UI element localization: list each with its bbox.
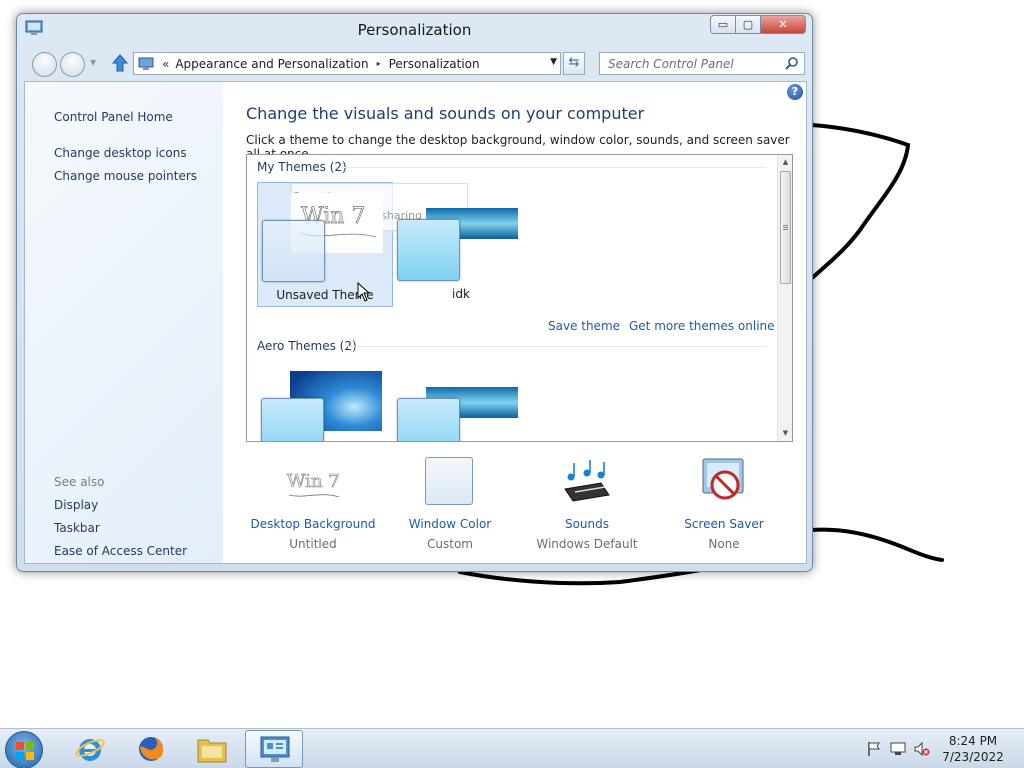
navigation-bar: ▼ « Appearance and Personalization ▸ Per… [17, 48, 812, 78]
breadcrumb-personalization[interactable]: Personalization [389, 57, 480, 71]
screen-saver-label[interactable]: Screen Saver [654, 517, 794, 531]
sidebar-item-ease-of-access-center[interactable]: Ease of Access Center [54, 544, 187, 558]
file-explorer-icon [197, 739, 227, 763]
control-panel-icon [138, 57, 154, 70]
music-notes-icon [564, 460, 610, 502]
address-overflow[interactable]: « [162, 57, 169, 71]
clock-time: 8:24 PM [948, 734, 998, 748]
mouse-cursor-icon [357, 282, 371, 302]
theme-window-color-swatch [397, 219, 460, 281]
breadcrumb-separator-icon[interactable]: ▸ [377, 59, 381, 68]
taskbar-firefox[interactable] [122, 730, 180, 768]
win7-sketch-icon: Win 7 [287, 471, 340, 498]
sounds-value: Windows Default [536, 537, 638, 551]
firefox-icon [139, 737, 163, 761]
windows-logo-icon [16, 742, 34, 760]
breadcrumb-appearance-and-personalization[interactable]: Appearance and Personalization [175, 57, 368, 71]
minimize-icon: ▭ [717, 18, 729, 31]
help-icon[interactable]: ? [787, 84, 803, 100]
window-color-label[interactable]: Window Color [380, 517, 520, 531]
sidebar-item-change-mouse-pointers[interactable]: Change mouse pointers [54, 169, 197, 183]
taskbar: 8:24 PM 7/23/2022 [0, 728, 1024, 768]
theme-window-color-swatch [262, 220, 325, 282]
action-center-flag-icon[interactable] [866, 741, 882, 757]
scroll-down-icon[interactable]: ▼ [778, 426, 792, 441]
sidebar-item-control-panel-home[interactable]: Control Panel Home [54, 110, 173, 124]
theme-unsaved[interactable]: Save theme Save theme for sharing Win 7 … [257, 182, 468, 307]
aero-themes-heading[interactable]: Aero Themes (2) [257, 339, 357, 353]
theme-aero-second[interactable] [393, 361, 529, 441]
volume-muted-icon[interactable] [914, 741, 930, 757]
page-title: Change the visuals and sounds on your co… [246, 104, 645, 123]
sidebar: Control Panel Home Change desktop icons … [25, 82, 223, 563]
minimize-button[interactable]: ▭ [710, 15, 736, 34]
clock-date: 7/23/2022 [942, 750, 1004, 764]
recent-pages-icon[interactable]: ▼ [90, 58, 96, 67]
address-bar[interactable]: « Appearance and Personalization ▸ Perso… [133, 52, 561, 75]
desktop-background-label[interactable]: Desktop Background [243, 517, 383, 531]
theme-list-scrollbar[interactable]: ▲ ▼ [777, 155, 792, 441]
internet-explorer-icon [75, 739, 105, 761]
scrollbar-thumb[interactable] [780, 171, 791, 284]
theme-window-color-swatch [397, 398, 460, 441]
search-input[interactable]: Search Control Panel [599, 52, 805, 75]
maximize-button[interactable]: ▢ [736, 15, 761, 34]
close-icon: ✕ [778, 18, 788, 31]
system-clock[interactable]: 8:24 PM 7/23/2022 [934, 733, 1012, 765]
see-also-heading: See also [54, 475, 105, 489]
window-color-icon [425, 457, 473, 505]
back-button[interactable] [32, 52, 57, 77]
desktop-background-value: Untitled [289, 537, 337, 551]
taskbar-internet-explorer[interactable] [61, 730, 119, 768]
taskbar-control-panel[interactable] [245, 730, 303, 768]
main-panel: ? Change the visuals and sounds on your … [223, 82, 806, 563]
search-icon[interactable] [785, 57, 798, 70]
screen-saver-none-icon [702, 458, 744, 500]
refresh-button[interactable]: ⇆ [563, 52, 585, 75]
sounds-label[interactable]: Sounds [517, 517, 657, 531]
theme-list: My Themes (2) Save theme Save theme for … [246, 154, 793, 442]
save-theme-link[interactable]: Save theme [548, 319, 620, 333]
screen-saver-value: None [708, 537, 740, 551]
theme-window-color-swatch [261, 398, 324, 441]
theme-label: Unsaved Theme [276, 288, 374, 302]
control-panel-icon [260, 736, 290, 762]
refresh-icon: ⇆ [568, 55, 580, 70]
theme-aero-windows[interactable] [257, 361, 393, 441]
maximize-icon: ▢ [742, 18, 754, 31]
start-button[interactable] [5, 731, 43, 768]
search-placeholder: Search Control Panel [608, 57, 734, 71]
personalization-window: Personalization ▭ ▢ ✕ ▼ « Appearance and… [16, 13, 813, 572]
theme-idk[interactable]: idk [393, 182, 529, 307]
up-arrow-icon[interactable] [111, 53, 129, 73]
address-dropdown-icon[interactable]: ▼ [550, 57, 557, 67]
window-title: Personalization [357, 21, 472, 39]
sidebar-item-display[interactable]: Display [54, 498, 98, 512]
sidebar-item-taskbar[interactable]: Taskbar [54, 521, 100, 535]
forward-button[interactable] [60, 52, 85, 77]
svg-text:Win 7: Win 7 [287, 471, 340, 492]
theme-label: idk [452, 287, 470, 301]
taskbar-file-explorer[interactable] [183, 730, 241, 768]
title-bar[interactable]: Personalization ▭ ▢ ✕ [17, 14, 812, 46]
network-icon[interactable] [890, 741, 906, 757]
my-themes-heading[interactable]: My Themes (2) [257, 160, 347, 174]
get-more-themes-online-link[interactable]: Get more themes online [629, 319, 775, 333]
sidebar-item-change-desktop-icons[interactable]: Change desktop icons [54, 146, 187, 160]
close-button[interactable]: ✕ [761, 15, 806, 34]
window-color-value: Custom [427, 537, 473, 551]
scroll-up-icon[interactable]: ▲ [778, 155, 792, 170]
content-pane: Control Panel Home Change desktop icons … [24, 81, 807, 564]
